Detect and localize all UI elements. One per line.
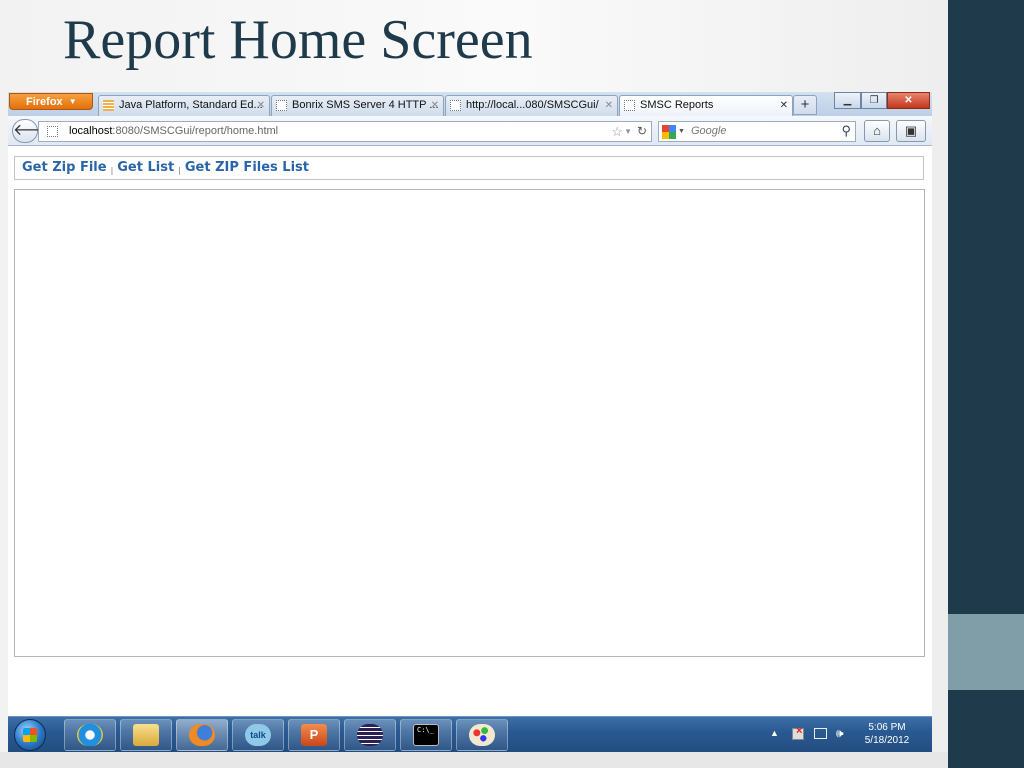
taskbar-firefox[interactable] [176, 719, 228, 751]
new-tab-button[interactable]: + [793, 95, 817, 115]
page-favicon-icon [276, 100, 287, 111]
internet-explorer-icon [77, 724, 103, 746]
get-list-link[interactable]: Get List [117, 160, 174, 175]
home-icon: ⌂ [873, 123, 881, 138]
clock-time: 5:06 PM [868, 722, 906, 733]
address-url: localhost:8080/SMSCGui/report/home.html [69, 122, 278, 141]
command-prompt-icon: C:\_ [413, 724, 439, 746]
back-button[interactable]: 🡐 [12, 119, 56, 143]
tab-label: Bonrix SMS Server 4 HTTP ... [292, 99, 439, 111]
firefox-menu-button[interactable]: Firefox ▼ [9, 93, 93, 110]
minimize-button[interactable]: ▁ [834, 92, 861, 109]
folder-icon [133, 724, 159, 746]
taskbar-command-prompt[interactable]: C:\_ [400, 719, 452, 751]
url-path: :8080/SMSCGui/report/home.html [112, 125, 279, 137]
close-icon[interactable]: ✕ [257, 96, 265, 115]
taskbar-windows-explorer[interactable] [120, 719, 172, 751]
volume-icon[interactable]: 🕪 [836, 726, 844, 741]
url-host: localhost [69, 125, 113, 137]
tab-strip: Firefox ▼ Java Platform, Standard Ed... ✕… [8, 92, 932, 116]
home-button[interactable]: ⌂ [864, 120, 890, 142]
taskbar-paint[interactable] [456, 719, 508, 751]
taskbar-powerpoint[interactable]: P [288, 719, 340, 751]
maximize-button[interactable]: ❐ [861, 92, 887, 109]
network-icon[interactable] [814, 728, 827, 739]
firefox-menu-label: Firefox [26, 96, 63, 108]
tab-label: Java Platform, Standard Ed... [119, 99, 263, 111]
page-favicon-icon [624, 100, 635, 111]
address-bar[interactable]: localhost:8080/SMSCGui/report/home.html … [38, 121, 652, 142]
page-favicon-icon [450, 100, 461, 111]
system-tray: ▲ 🕪 5:06 PM 5/18/2012 [762, 717, 932, 752]
tab-smsc-reports[interactable]: SMSC Reports ✕ [619, 95, 793, 116]
slide-bottom-strip [0, 752, 948, 768]
search-bar[interactable]: ▼ Google ⚲ [658, 121, 856, 142]
bookmark-star-icon[interactable]: ☆ [611, 122, 623, 141]
powerpoint-icon: P [301, 724, 327, 746]
taskbar-internet-explorer[interactable] [64, 719, 116, 751]
tab-java-platform[interactable]: Java Platform, Standard Ed... ✕ [98, 95, 270, 116]
taskbar-eclipse[interactable] [344, 719, 396, 751]
close-icon[interactable]: ✕ [780, 96, 788, 115]
close-icon[interactable]: ✕ [605, 96, 613, 115]
report-links-bar: Get Zip File | Get List | Get ZIP Files List [14, 156, 924, 180]
tab-label: SMSC Reports [640, 99, 714, 111]
navigation-bar: 🡐 localhost:8080/SMSCGui/report/home.htm… [8, 116, 932, 146]
bookmarks-icon: ▣ [904, 123, 918, 138]
bookmarks-menu-button[interactable]: ▣ [896, 120, 926, 142]
browser-screenshot: Firefox ▼ Java Platform, Standard Ed... ✕… [8, 92, 932, 752]
search-icon[interactable]: ⚲ [841, 121, 851, 140]
tab-label: http://local...080/SMSCGui/ [466, 99, 599, 111]
reload-icon[interactable]: ↻ [637, 122, 647, 141]
google-icon[interactable] [662, 125, 676, 139]
tab-localhost-smscgui[interactable]: http://local...080/SMSCGui/ ✕ [445, 95, 618, 116]
page-favicon-icon [103, 100, 114, 111]
report-content-frame [14, 189, 925, 657]
close-icon[interactable]: ✕ [431, 96, 439, 115]
taskbar-google-talk[interactable]: talk [232, 719, 284, 751]
chevron-down-icon: ▼ [68, 97, 77, 106]
page-favicon-icon [47, 126, 58, 137]
paint-icon [469, 724, 495, 746]
tab-bonrix-sms[interactable]: Bonrix SMS Server 4 HTTP ... ✕ [271, 95, 444, 116]
windows-logo-icon [23, 728, 37, 742]
history-dropdown-icon[interactable]: ▼ [624, 122, 632, 141]
get-zip-file-link[interactable]: Get Zip File [22, 160, 107, 175]
start-button[interactable] [14, 719, 46, 751]
show-hidden-icons-icon[interactable]: ▲ [770, 728, 779, 738]
google-talk-icon: talk [245, 724, 271, 746]
close-window-button[interactable]: ✕ [887, 92, 930, 109]
search-placeholder: Google [691, 125, 727, 137]
eclipse-icon [357, 724, 383, 746]
firefox-icon [189, 724, 215, 746]
search-engine-dropdown-icon[interactable]: ▼ [678, 122, 685, 141]
link-separator: | [110, 166, 114, 175]
slide-title: Report Home Screen [63, 9, 533, 71]
get-zip-files-list-link[interactable]: Get ZIP Files List [185, 160, 309, 175]
link-separator: | [178, 166, 181, 175]
clock-date: 5/18/2012 [864, 735, 910, 746]
action-center-flag-icon[interactable] [792, 725, 804, 740]
slide-side-block [948, 614, 1024, 690]
windows-taskbar: talk P C:\_ ▲ 🕪 5:06 PM 5/18/2012 [8, 716, 932, 752]
clock[interactable]: 5:06 PM 5/18/2012 [860, 721, 914, 747]
